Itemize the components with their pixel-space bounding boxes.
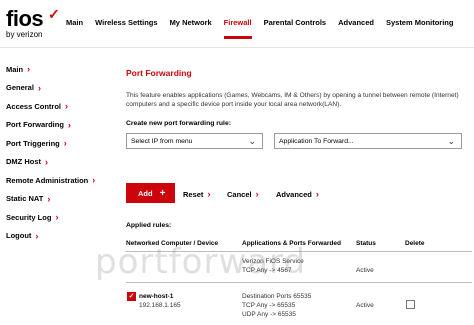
table-divider bbox=[126, 282, 472, 283]
sidebar-item-security-log[interactable]: Security Log › bbox=[0, 208, 115, 227]
header-delete: Delete bbox=[405, 240, 425, 247]
logo-word: fios bbox=[6, 6, 44, 31]
ip-select-value: Select IP from menu bbox=[131, 137, 193, 145]
reset-button[interactable]: Reset › bbox=[183, 189, 210, 199]
row-select-checkbox[interactable]: ✓ bbox=[127, 292, 136, 301]
chevron-right-icon: › bbox=[35, 230, 39, 241]
row-app-line-2: TCP Any -> 65535 bbox=[242, 302, 296, 309]
advanced-button-label: Advanced bbox=[276, 190, 312, 199]
chevron-right-icon: › bbox=[65, 101, 69, 112]
header-status: Status bbox=[356, 240, 376, 247]
add-button[interactable]: Add + bbox=[126, 183, 175, 203]
advanced-button[interactable]: Advanced › bbox=[276, 189, 319, 199]
application-select-value: Application To Forward... bbox=[279, 137, 354, 145]
chevron-right-icon: › bbox=[47, 193, 51, 204]
sidebar-item-label: Access Control bbox=[6, 101, 62, 111]
chevron-right-icon: › bbox=[55, 212, 59, 223]
reset-button-label: Reset bbox=[183, 190, 204, 199]
nav-wireless-settings[interactable]: Wireless Settings bbox=[95, 18, 157, 39]
checkmark-icon: ✓ bbox=[48, 6, 60, 22]
chevron-down-icon: ⌄ bbox=[248, 136, 256, 146]
chevron-right-icon: › bbox=[207, 189, 211, 199]
row-device-ip: 192.168.1.165 bbox=[139, 302, 181, 309]
nav-firewall[interactable]: Firewall bbox=[223, 18, 252, 39]
applied-rules-label: Applied rules: bbox=[126, 222, 172, 229]
chevron-right-icon: › bbox=[255, 189, 259, 199]
row-status: Active bbox=[356, 302, 374, 309]
nav-system-monitoring[interactable]: System Monitoring bbox=[386, 18, 454, 39]
fios-logo[interactable]: fios ✓ by verizon bbox=[6, 6, 60, 39]
chevron-down-icon: ⌄ bbox=[447, 136, 455, 146]
sidebar-item-label: Port Triggering bbox=[6, 138, 60, 148]
sidebar-item-label: Main bbox=[6, 64, 24, 74]
row-device-name: new-host-1 bbox=[139, 293, 174, 300]
page-description: This feature enables applications (Games… bbox=[126, 92, 459, 108]
ip-select[interactable]: Select IP from menu ⌄ bbox=[126, 133, 263, 149]
sidebar-item-general[interactable]: General › bbox=[0, 79, 115, 98]
top-nav: Main Wireless Settings My Network Firewa… bbox=[66, 18, 465, 39]
application-select[interactable]: Application To Forward... ⌄ bbox=[274, 133, 462, 149]
watermark: portforward bbox=[95, 242, 307, 282]
add-button-label: Add bbox=[138, 188, 153, 198]
sidebar-item-static-nat[interactable]: Static NAT › bbox=[0, 190, 115, 209]
nav-parental-controls[interactable]: Parental Controls bbox=[264, 18, 327, 39]
sidebar: Main › General › Access Control › Port Forw… bbox=[0, 60, 115, 245]
sidebar-item-port-triggering[interactable]: Port Triggering › bbox=[0, 134, 115, 153]
plus-icon: + bbox=[159, 187, 166, 199]
sidebar-item-access-control[interactable]: Access Control › bbox=[0, 97, 115, 116]
chevron-right-icon: › bbox=[63, 138, 67, 149]
sidebar-item-remote-administration[interactable]: Remote Administration › bbox=[0, 171, 115, 190]
nav-advanced[interactable]: Advanced bbox=[338, 18, 374, 39]
nav-my-network[interactable]: My Network bbox=[170, 18, 212, 39]
sidebar-item-label: DMZ Host bbox=[6, 157, 41, 167]
chevron-right-icon: › bbox=[67, 119, 71, 130]
sidebar-item-dmz-host[interactable]: DMZ Host › bbox=[0, 153, 115, 172]
page-title: Port Forwarding bbox=[126, 68, 192, 78]
cancel-button[interactable]: Cancel › bbox=[227, 189, 259, 199]
nav-main[interactable]: Main bbox=[66, 18, 83, 39]
chevron-right-icon: › bbox=[315, 189, 319, 199]
row-app-line-1: Destination Ports 65535 bbox=[242, 293, 312, 300]
logo-subtitle: by verizon bbox=[6, 30, 43, 39]
sidebar-item-main[interactable]: Main › bbox=[0, 60, 115, 79]
sidebar-item-label: Logout bbox=[6, 231, 32, 241]
sidebar-item-label: Static NAT bbox=[6, 194, 44, 204]
header: fios ✓ by verizon Main Wireless Settings… bbox=[0, 0, 474, 48]
chevron-right-icon: › bbox=[92, 175, 96, 186]
create-rule-label: Create new port forwarding rule: bbox=[126, 120, 231, 127]
chevron-right-icon: › bbox=[37, 82, 41, 93]
sidebar-item-label: Port Forwarding bbox=[6, 120, 64, 130]
chevron-right-icon: › bbox=[45, 156, 48, 167]
row-app-line-3: UDP Any -> 65535 bbox=[242, 311, 296, 318]
chevron-right-icon: › bbox=[27, 64, 31, 75]
row-status: Active bbox=[356, 267, 374, 274]
delete-checkbox[interactable] bbox=[406, 300, 415, 309]
sidebar-item-label: General bbox=[6, 83, 34, 93]
sidebar-item-label: Remote Administration bbox=[6, 175, 89, 185]
cancel-button-label: Cancel bbox=[227, 190, 252, 199]
sidebar-item-label: Security Log bbox=[6, 212, 52, 222]
sidebar-item-port-forwarding[interactable]: Port Forwarding › bbox=[0, 116, 115, 135]
